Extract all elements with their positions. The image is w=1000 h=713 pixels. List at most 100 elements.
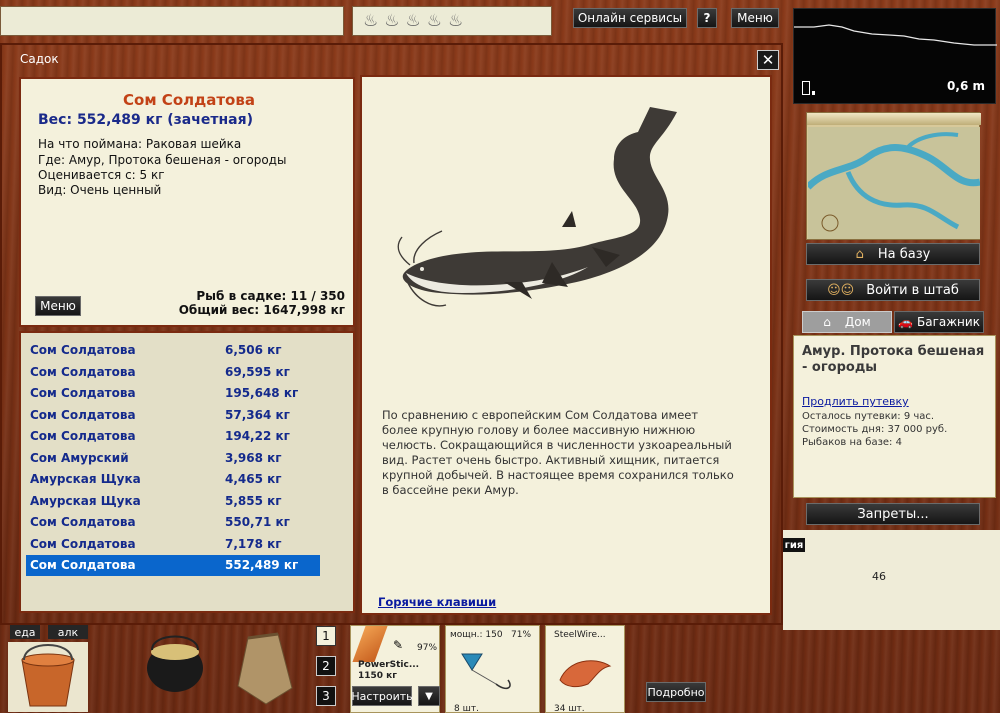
depth-minimap[interactable]: 0,6 m [793,8,997,104]
power-percent: 71% [511,630,532,640]
list-item-name: Сом Солдатова [30,364,136,379]
location-map[interactable] [806,112,981,240]
dialog-title: Садок [20,52,59,66]
list-item-weight: 57,364 кг [225,407,290,422]
enter-hq-label: Войти в штаб [866,282,959,298]
rod-icon [352,626,388,662]
list-item-name: Сом Солдатова [30,515,136,529]
list-item-weight: 6,506 кг [225,343,282,357]
list-item-name: Сом Солдатова [30,429,136,443]
list-item[interactable]: Сом Амурский 3,968 кг [26,448,320,469]
fish-valued: Оценивается с: 5 кг [38,168,165,182]
extend-pass-link[interactable]: Продлить путевку [802,395,909,408]
rod-weight: 1150 кг [358,671,397,681]
battery-icon [802,81,810,95]
list-item[interactable]: Сом Солдатова 57,364 кг [26,405,320,426]
list-item-weight: 7,178 кг [225,536,282,551]
fish-menu-button[interactable]: Меню [35,296,81,316]
fish-description-panel: По сравнению с европейским Сом Солдатова… [360,75,772,615]
list-item-name: Амурская Щука [30,472,141,486]
list-item[interactable]: Сом Солдатова 6,506 кг [26,340,320,361]
status-field [0,6,344,36]
list-item[interactable]: Сом Солдатова 7,178 кг [26,534,320,555]
food-tab[interactable]: еда [10,625,40,639]
help-button[interactable]: ? [697,8,717,28]
battery-level [812,91,815,95]
menu-button[interactable]: Меню [731,8,779,28]
beer-bottles: ♨ ♨ ♨ ♨ ♨ [352,6,552,36]
stats-tab[interactable]: гия [783,538,805,552]
bottle-icon: ♨ [405,11,421,31]
enter-hq-button[interactable]: ☺☺ Войти в штаб [806,279,980,301]
sack-slot[interactable] [228,628,304,706]
fish-name: Сом Солдатова [123,91,255,109]
list-item[interactable]: Сом Солдатова 69,595 кг [26,362,320,383]
list-item[interactable]: Сом Солдатова 194,22 кг [26,426,320,447]
list-item-name: Амурская Щука [30,493,141,508]
list-item[interactable]: Амурская Щука 5,855 кг [26,491,320,512]
rod-slot-1[interactable]: 1 [316,626,336,646]
rod-percent: 97% [417,643,438,653]
fish-weight: Вес: 552,489 кг (зачетная) [38,112,253,128]
fish-count: Рыб в садке: 11 / 350 [196,289,345,303]
hook-card[interactable]: мощн.: 150 71% 8 шт. [445,625,540,713]
tab-home[interactable]: ⌂ Дом [802,311,892,333]
online-services-button[interactable]: Онлайн сервисы [573,8,687,28]
line-name: SteelWire... [554,630,606,640]
location-title: Амур. Протока бешеная - огороды [802,344,985,375]
car-icon: 🚗 [898,315,913,329]
stats-panel: гия 46 [783,530,1000,630]
list-item[interactable]: Сом Солдатова 552,489 кг [26,555,320,576]
power-label: мощн.: 150 [450,630,503,640]
rod-slot-2[interactable]: 2 [316,656,336,676]
list-item-weight: 3,968 кг [225,450,282,465]
catch-list[interactable]: Сом Солдатова 6,506 кг Сом Солдатова 69,595… [19,331,355,613]
setup-button[interactable]: Настроить [351,686,413,706]
rod-slot-3[interactable]: 3 [316,686,336,706]
tab-trunk-label: Багажник [917,315,980,329]
details-button[interactable]: Подробно [646,682,706,702]
setup-dropdown-button[interactable]: ▼ [418,686,440,706]
list-item[interactable]: Сом Солдатова 195,648 кг [26,383,320,404]
bucket-slot[interactable] [8,642,88,712]
location-panel: Амур. Протока бешеная - огороды Продлить… [793,335,996,498]
alcohol-tab[interactable]: алк [48,625,88,639]
list-item-weight: 194,22 кг [225,429,290,443]
bait-card[interactable]: SteelWire... 34 шт. [545,625,625,713]
fish-place: Где: Амур, Протока бешеная - огороды [38,153,287,167]
list-item-weight: 195,648 кг [225,386,299,400]
depth-readout: 0,6 m [947,79,985,93]
pot-icon [147,635,203,692]
pot-slot[interactable] [140,630,210,705]
bans-button[interactable]: Запреты... [806,503,980,525]
list-item-name: Сом Солдатова [30,386,136,400]
catfish-image [397,107,677,307]
list-item-name: Сом Амурский [30,450,129,465]
fish-bait: На что поймана: Раковая шейка [38,137,242,151]
people-icon: ☺☺ [827,282,855,298]
bucket-icon [21,644,75,707]
list-item[interactable]: Сом Солдатова 550,71 кг [26,512,320,533]
sack-icon [237,632,293,705]
hotkeys-link[interactable]: Горячие клавиши [378,595,496,609]
list-item-name: Сом Солдатова [30,407,136,422]
tab-home-label: Дом [844,315,871,329]
total-weight: Общий вес: 1647,998 кг [178,303,345,317]
bottle-icon: ♨ [384,11,400,31]
fishers-count: Рыбаков на базе: 4 [802,437,902,448]
list-item[interactable]: Амурская Щука 4,465 кг [26,469,320,490]
keepnet-dialog: Садок ✕ Сом Солдатова Вес: 552,489 кг (з… [0,43,783,625]
list-item-name: Сом Солдатова [30,536,136,551]
list-item-name: Сом Солдатова [30,343,136,357]
list-item-weight: 550,71 кг [225,515,290,529]
river-map [808,127,980,239]
list-item-weight: 69,595 кг [225,364,290,379]
top-bar: ♨ ♨ ♨ ♨ ♨ Онлайн сервисы ? Меню [0,0,790,40]
bottle-icon: ♨ [426,11,442,31]
tab-trunk[interactable]: 🚗 Багажник [894,311,984,333]
to-base-button[interactable]: ⌂ На базу [806,243,980,265]
to-base-label: На базу [877,246,931,262]
fish-kind: Вид: Очень ценный [38,183,162,197]
close-icon[interactable]: ✕ [757,50,779,70]
list-item-weight: 5,855 кг [225,493,282,508]
